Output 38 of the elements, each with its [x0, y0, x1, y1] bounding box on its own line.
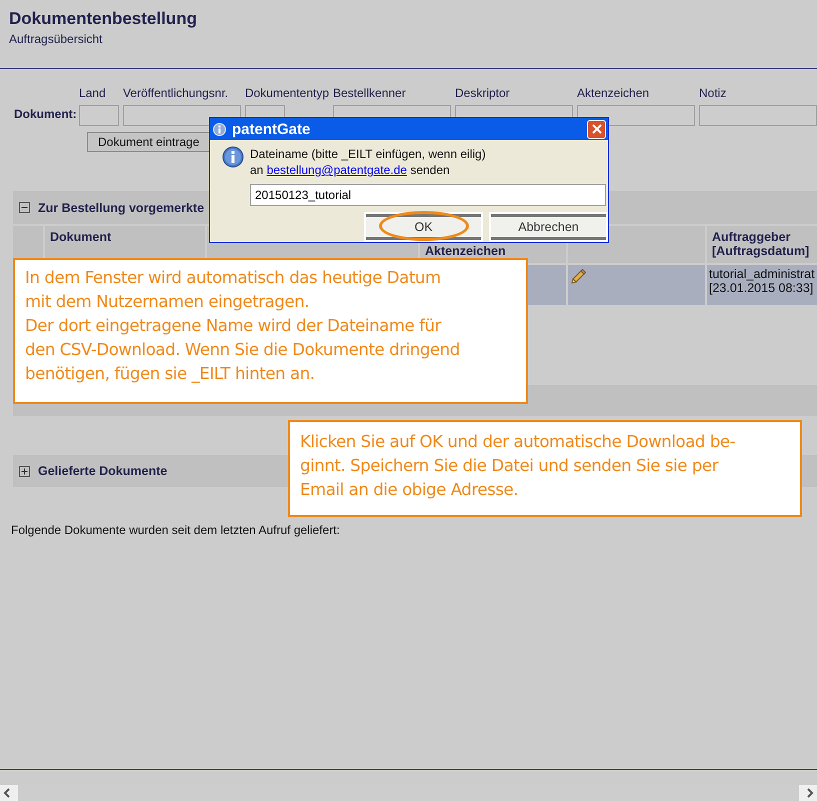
callout-text: Email an die obige Adresse.: [300, 479, 520, 501]
page-title: Dokumentenbestellung: [9, 9, 198, 29]
filename-field[interactable]: 20150123_tutorial: [250, 184, 606, 206]
section-title: Gelieferte Dokumente: [38, 464, 168, 478]
field-label: Dokumententyp: [244, 86, 329, 100]
collapse-icon[interactable]: [19, 202, 30, 213]
expand-icon[interactable]: [19, 466, 30, 476]
callout-text: den CSV-Download. Wenn Sie die Dokumente dringend: [25, 339, 461, 361]
input-field[interactable]: [78, 105, 119, 126]
field-label: Bestellkenner: [333, 86, 406, 100]
callout-text: Klicken Sie auf OK und der automatische Download be-: [300, 431, 736, 453]
dialog-title: patentGate: [232, 120, 310, 138]
callout-text: mit dem Nutzernamen eingetragen.: [25, 291, 310, 313]
info-icon: [213, 122, 226, 136]
close-icon: [592, 124, 602, 134]
column-header: Auftraggeber [Auftragsdatum]: [707, 226, 817, 263]
callout-text: In dem Fenster wird automatisch das heutige Datum: [25, 267, 442, 289]
callout-text: ginnt. Speichern Sie die Datei und senden Sie sie per: [300, 455, 720, 477]
input-field[interactable]: [699, 105, 817, 126]
callout-text: benötigen, fügen sie _EILT hinten an.: [25, 363, 316, 385]
form-label: Dokument:: [14, 107, 78, 123]
table-cell: tutorial_administrat [23.01.2015 08:33]: [707, 265, 817, 305]
field-label: Veröffentlichungsnr.: [122, 86, 228, 100]
dialog-message: an bestellung@patentgate.de senden: [250, 162, 451, 178]
info-text: Folgende Dokumente wurden seit dem letzten Aufruf geliefert:: [11, 523, 341, 537]
email-link[interactable]: bestellung@patentgate.de: [266, 163, 407, 177]
page-subtitle: Auftragsübersicht: [9, 32, 104, 46]
info-icon: [222, 146, 244, 168]
pencil-icon[interactable]: [570, 268, 586, 284]
section-title: Zur Bestellung vorgemerkte: [38, 200, 204, 214]
callout-text: Der dort eingetragene Name wird der Dateiname für: [25, 315, 442, 337]
close-button[interactable]: [587, 120, 606, 138]
field-label: Notiz: [699, 86, 726, 100]
field-label: Land: [78, 86, 106, 100]
field-label: Deskriptor: [455, 86, 510, 100]
field-label: Aktenzeichen: [577, 86, 650, 100]
dialog-message: Dateiname (bitte _EILT einfügen, wenn eilig): [250, 146, 487, 162]
dialog-button[interactable]: Abbrechen: [491, 214, 606, 240]
